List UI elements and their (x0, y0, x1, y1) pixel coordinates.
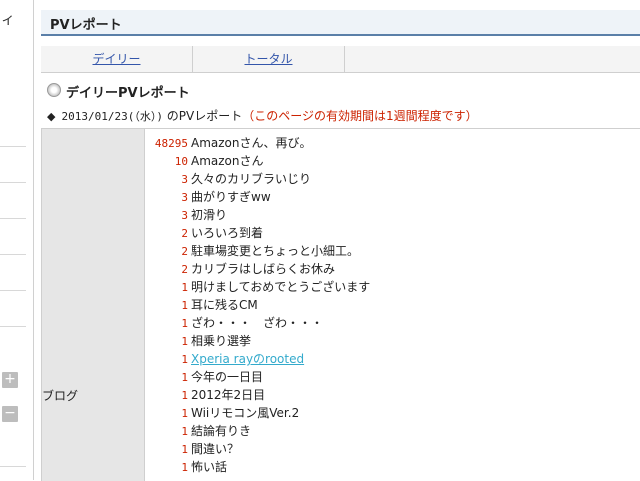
category-label: ブログ (42, 389, 79, 403)
list-item: 10 Amazonさん (145, 152, 640, 170)
article-link[interactable]: Xperia rayのrooted (191, 352, 304, 366)
pv-count: 48295 (154, 137, 188, 150)
tab-daily[interactable]: デイリー (41, 46, 193, 72)
sidebar-divider (0, 326, 26, 327)
list-item: 1 ざわ・・・ ざわ・・・ (145, 314, 640, 332)
article-title: いろいろ到着 (191, 226, 264, 240)
article-title: 駐車場変更とちょっと小細工。 (191, 244, 360, 258)
pv-count: 1 (181, 407, 188, 420)
list-item: 2 いろいろ到着 (145, 224, 640, 242)
list-item: 1 Xperia rayのrooted (145, 350, 640, 368)
category-cell: ブログ (42, 129, 145, 481)
validity-notice: （このページの有効期間は1週間程度です） (242, 109, 478, 123)
report-date-line: ◆ 2013/01/23(（水）) のPVレポート（このページの有効期間は1週間程… (47, 107, 478, 124)
list-item: 1 間違い？ (145, 440, 640, 458)
report-rows: 48295 Amazonさん、再び。 10 Amazonさん 3 久々のカリブラいじり 3 曲… (145, 134, 640, 476)
pv-count: 2 (181, 245, 188, 258)
zoom-in-button[interactable]: + (2, 372, 18, 388)
diamond-bullet-icon: ◆ (47, 110, 56, 123)
sidebar-divider (0, 218, 26, 219)
sidebar-divider (0, 290, 26, 291)
article-title: 今年の一日目 (191, 370, 264, 384)
list-item: 1 今年の一日目 (145, 368, 640, 386)
report-date: 2013/01/23(（水）) (61, 110, 163, 123)
page-title: PVレポート (50, 18, 122, 33)
report-date-suffix: のPVレポート (166, 109, 243, 123)
list-item: 1 怖い話 (145, 458, 640, 476)
left-sidebar: ィ + − (0, 0, 26, 480)
list-item: 1 明けましておめでとうございます (145, 278, 640, 296)
pv-count: 1 (181, 335, 188, 348)
pv-count: 3 (181, 173, 188, 186)
article-title: Wiiリモコン風Ver.2 (191, 406, 300, 420)
zoom-out-button[interactable]: − (2, 406, 18, 422)
pv-count: 1 (181, 281, 188, 294)
pv-count: 2 (181, 227, 188, 240)
article-title: カリブラはしばらくお休み (191, 262, 336, 276)
sidebar-divider (0, 466, 26, 467)
section-title: デイリーPVレポート (66, 86, 190, 101)
article-title: 久々のカリブラいじり (191, 172, 312, 186)
list-item: 1 相乗り選挙 (145, 332, 640, 350)
pv-count: 1 (181, 299, 188, 312)
list-item: 2 カリブラはしばらくお休み (145, 260, 640, 278)
article-title: Amazonさん、再び。 (191, 136, 312, 150)
pv-count: 3 (181, 191, 188, 204)
list-item: 3 曲がりすぎww (145, 188, 640, 206)
sidebar-divider (0, 182, 26, 183)
list-item: 2 駐車場変更とちょっと小細工。 (145, 242, 640, 260)
article-title: 相乗り選挙 (191, 334, 252, 348)
list-item: 1 耳に残るCM (145, 296, 640, 314)
column-divider (33, 0, 34, 480)
pv-count: 1 (181, 461, 188, 474)
article-title: 耳に残るCM (191, 298, 258, 312)
pv-count: 1 (181, 425, 188, 438)
page-title-bar: PVレポート (41, 10, 640, 36)
article-title: 間違い？ (191, 442, 240, 456)
article-title: 怖い話 (191, 460, 228, 474)
article-title: 曲がりすぎww (191, 190, 271, 204)
list-item: 48295 Amazonさん、再び。 (145, 134, 640, 152)
tab-bar-filler (345, 46, 640, 72)
main-content: PVレポート デイリー トータル デイリーPVレポート ◆ 2013/01/23(… (41, 0, 640, 481)
article-title: Amazonさん (191, 154, 264, 168)
sidebar-fragment-text: ィ (1, 12, 15, 28)
list-item: 1 結論有りき (145, 422, 640, 440)
pv-count: 1 (181, 317, 188, 330)
list-item: 3 久々のカリブラいじり (145, 170, 640, 188)
pv-count: 1 (181, 389, 188, 402)
pv-count: 2 (181, 263, 188, 276)
pv-count: 3 (181, 209, 188, 222)
article-title: 初滑り (191, 208, 228, 222)
pv-count: 10 (174, 155, 188, 168)
tab-total[interactable]: トータル (193, 46, 345, 72)
pv-count: 1 (181, 353, 188, 366)
pv-count: 1 (181, 371, 188, 384)
list-item: 1 2012年2日目 (145, 386, 640, 404)
pv-count: 1 (181, 443, 188, 456)
article-title: 結論有りき (191, 424, 252, 438)
list-item: 3 初滑り (145, 206, 640, 224)
circle-bullet-icon (47, 83, 61, 97)
pv-report-table: ブログ 48295 Amazonさん、再び。 10 Amazonさん 3 久々のカリブラい… (41, 128, 640, 481)
list-item: 1 Wiiリモコン風Ver.2 (145, 404, 640, 422)
report-tabs: デイリー トータル (41, 46, 640, 73)
article-title: 明けましておめでとうございます (191, 280, 371, 294)
sidebar-divider (0, 146, 26, 147)
sidebar-divider (0, 254, 26, 255)
article-title: ざわ・・・ ざわ・・・ (191, 316, 324, 330)
article-title: 2012年2日目 (191, 388, 266, 402)
